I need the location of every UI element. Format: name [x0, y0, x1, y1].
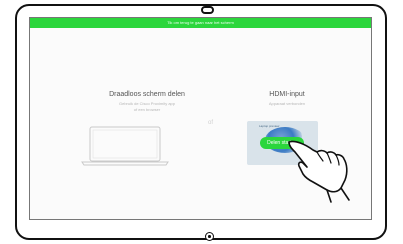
hdmi-input-subtitle: Apparaat verbonden — [268, 101, 306, 106]
home-button-icon[interactable] — [205, 232, 214, 241]
camera-icon — [201, 6, 214, 14]
hand-pointer-icon — [283, 130, 363, 210]
wireless-share-title: Draadloos scherm delen — [109, 91, 185, 98]
status-bar-text: Tik om terug te gaan naar het scherm — [167, 20, 234, 25]
hdmi-input-title: HDMI-input — [269, 91, 305, 98]
or-separator: of — [208, 120, 214, 126]
wireless-share-subtitle-line2: of een browser — [133, 107, 161, 112]
status-bar[interactable]: Tik om terug te gaan naar het scherm — [30, 18, 371, 28]
laptop-icon[interactable] — [80, 126, 170, 166]
